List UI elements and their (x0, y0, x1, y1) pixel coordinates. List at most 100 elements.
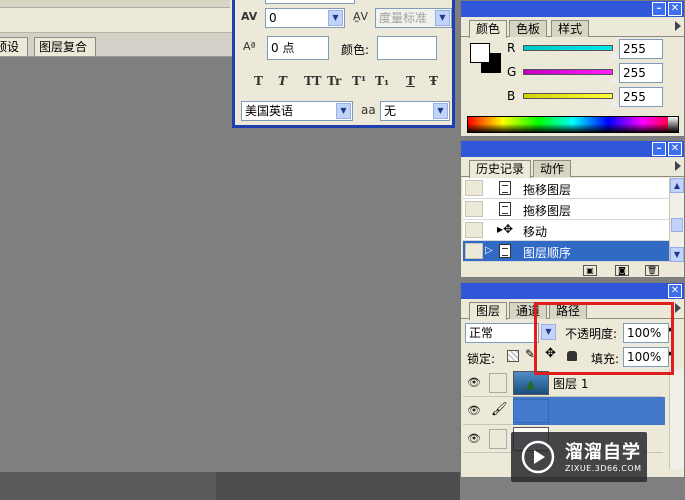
scroll-thumb[interactable] (671, 218, 683, 232)
chevron-down-icon[interactable]: ▼ (336, 103, 351, 119)
blue-slider-thumb[interactable] (609, 100, 619, 107)
layer-row[interactable]: 👁 ▲ 图层 1 (463, 369, 663, 397)
history-brush-source-box[interactable] (465, 243, 483, 259)
palette-menu-icon[interactable] (675, 21, 681, 31)
history-item[interactable]: 拖移图层 (463, 199, 669, 220)
eye-icon[interactable]: 👁 (467, 432, 481, 445)
tracking-icon: A̰V (353, 10, 369, 23)
tab-layers[interactable]: 图层 (469, 302, 508, 320)
green-slider[interactable] (523, 69, 613, 75)
foreground-color-swatch[interactable] (470, 43, 490, 63)
small-caps-button[interactable]: Tr (327, 74, 341, 88)
history-item[interactable]: 拖移图层 (463, 178, 669, 199)
green-slider-thumb[interactable] (609, 76, 619, 83)
superscript-button[interactable]: T¹ (352, 74, 366, 88)
black-white-ramp[interactable] (668, 117, 678, 132)
status-bar-middle (216, 472, 460, 500)
close-icon[interactable]: ✕ (668, 284, 682, 298)
opacity-label: 不透明度: (565, 327, 618, 341)
underline-button[interactable]: T (406, 74, 415, 88)
history-pointer-icon[interactable]: ▷ (485, 245, 493, 256)
chevron-down-icon[interactable]: ▼ (328, 10, 343, 26)
history-item[interactable]: ▸✥ 移动 (463, 220, 669, 241)
tab-color[interactable]: 颜色 (469, 20, 508, 38)
history-scrollbar[interactable]: ▲ ▼ (669, 178, 684, 262)
minimize-icon[interactable]: – (652, 142, 666, 156)
close-icon[interactable]: ✕ (668, 2, 682, 16)
strikethrough-button[interactable]: Ŧ (429, 74, 438, 88)
history-item-selected[interactable]: ▷ 图层顺序 (463, 241, 669, 262)
antialias-select[interactable]: 无 ▼ (380, 101, 450, 121)
eye-icon[interactable]: 👁 (467, 404, 481, 417)
history-palette-titlebar[interactable]: – ✕ (461, 141, 684, 157)
eye-icon[interactable]: 👁 (467, 376, 481, 389)
fill-field[interactable]: 100% (623, 347, 669, 367)
text-color-swatch[interactable] (377, 36, 437, 60)
lock-image-icon[interactable]: ✎ (525, 347, 535, 361)
tree-icon: ▲ (526, 377, 536, 391)
baseline-shift-field[interactable]: 0 点 (267, 36, 329, 60)
new-document-from-state-icon[interactable]: ▣ (583, 265, 597, 276)
chevron-down-icon[interactable]: ▼ (435, 10, 450, 26)
tab-swatches[interactable]: 色板 (509, 20, 548, 37)
red-value-field[interactable]: 255 (619, 39, 663, 59)
opacity-field[interactable]: 100% (623, 323, 669, 343)
tab-history[interactable]: 历史记录 (469, 160, 532, 178)
language-value: 美国英语 (245, 104, 294, 118)
tab-paths[interactable]: 路径 (549, 302, 588, 319)
history-palette: – ✕ 历史记录 动作 拖移图层 拖移图层 ▸✥ 移动 ▷ 图层顺序 ▲ ▼ ▣… (460, 140, 685, 278)
palette-menu-icon[interactable] (675, 303, 681, 313)
faux-bold-button[interactable]: T (254, 74, 263, 88)
language-select[interactable]: 美国英语 ▼ (241, 101, 353, 121)
tracking-select[interactable]: 度量标准 ▼ (375, 8, 452, 28)
chevron-right-icon[interactable]: ▸ (669, 325, 674, 335)
minimize-icon[interactable]: – (652, 2, 666, 16)
blend-mode-select[interactable]: 正常 (465, 323, 539, 343)
tab-actions[interactable]: 动作 (533, 160, 572, 177)
tab-layer-comps[interactable]: 图层复合 (34, 37, 97, 56)
palette-menu-icon[interactable] (675, 161, 681, 171)
red-slider[interactable] (523, 45, 613, 51)
layer-thumbnail: ▲ (513, 371, 549, 395)
history-item-label: 图层顺序 (523, 246, 572, 260)
blue-value-field[interactable]: 255 (619, 87, 663, 107)
lock-position-icon[interactable]: ✥ (545, 346, 556, 361)
leading-field[interactable] (265, 0, 355, 4)
scroll-up-icon[interactable]: ▲ (670, 178, 684, 193)
trash-icon[interactable]: 🗑 (645, 265, 659, 276)
tab-presets[interactable]: 预设 (0, 37, 29, 56)
history-brush-source-box[interactable] (465, 201, 483, 217)
history-brush-source-box[interactable] (465, 180, 483, 196)
layers-palette-titlebar[interactable]: ✕ (461, 283, 684, 299)
color-palette-titlebar[interactable]: – ✕ (461, 1, 684, 17)
scroll-down-icon[interactable]: ▼ (670, 247, 684, 262)
layer-row[interactable]: 👁 🖌 (463, 397, 665, 425)
lock-transparent-icon[interactable] (507, 350, 519, 362)
subscript-button[interactable]: T₁ (375, 74, 389, 88)
lock-all-icon[interactable] (567, 351, 577, 361)
chevron-right-icon[interactable]: ▸ (669, 349, 674, 359)
blue-slider[interactable] (523, 93, 613, 99)
green-value-field[interactable]: 255 (619, 63, 663, 83)
close-icon[interactable]: ✕ (668, 142, 682, 156)
layer-link-box[interactable] (489, 429, 507, 449)
layer-link-box[interactable] (489, 373, 507, 393)
baseline-row: Aª 0 点 颜色: (235, 36, 452, 62)
chevron-down-icon[interactable]: ▼ (541, 324, 556, 340)
red-slider-thumb[interactable] (609, 52, 619, 59)
tab-channels[interactable]: 通道 (509, 302, 548, 319)
layers-palette-tabs: 图层 通道 路径 (461, 299, 684, 320)
baseline-shift-icon: Aª (243, 40, 256, 53)
new-snapshot-icon[interactable]: ◙ (615, 265, 629, 276)
history-brush-source-box[interactable] (465, 222, 483, 238)
chevron-down-icon[interactable]: ▼ (433, 103, 448, 119)
faux-italic-button[interactable]: T (278, 74, 287, 88)
tab-styles[interactable]: 样式 (551, 20, 590, 37)
kerning-select[interactable]: 0 ▼ (265, 8, 345, 28)
brush-icon: 🖌 (491, 402, 508, 417)
layer-name[interactable]: 图层 1 (553, 375, 588, 392)
kerning-value: 0 (269, 11, 277, 25)
layers-scrollbar[interactable] (669, 369, 684, 469)
color-spectrum-bar[interactable] (467, 116, 679, 133)
all-caps-button[interactable]: TT (304, 74, 321, 88)
